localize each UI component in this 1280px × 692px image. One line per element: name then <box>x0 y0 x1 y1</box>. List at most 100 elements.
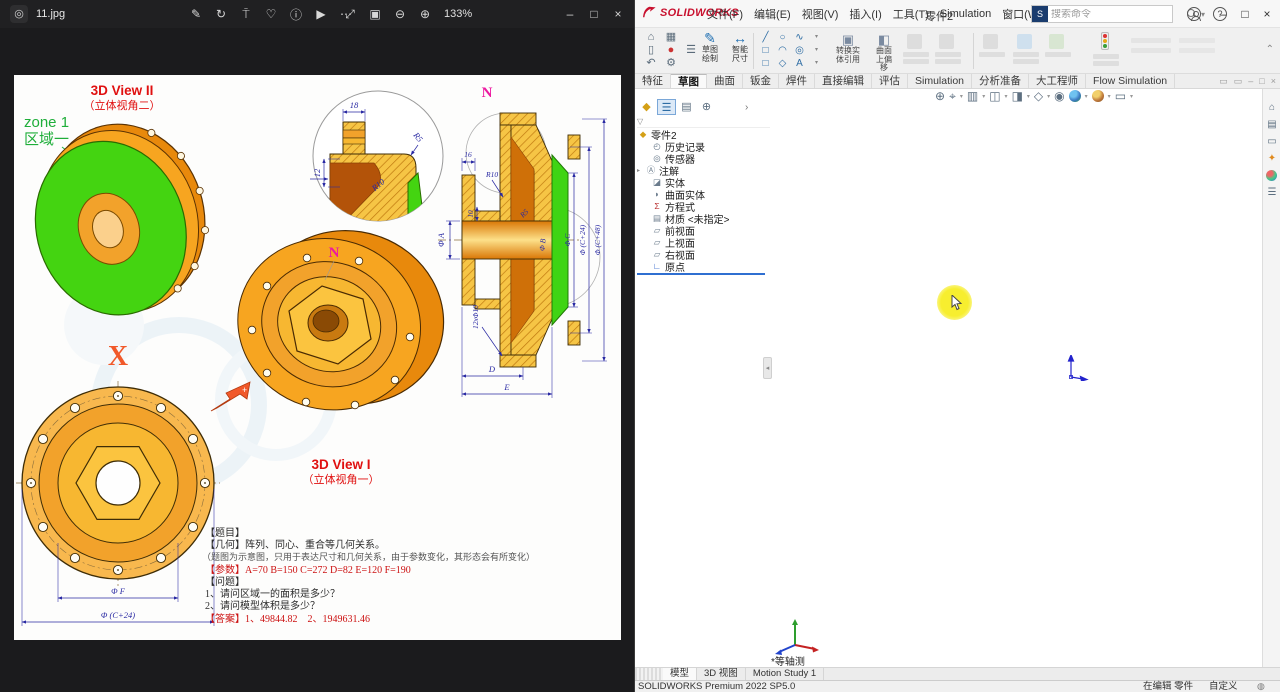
rebuild-icon[interactable]: ● <box>661 44 681 57</box>
annotation-view-icon[interactable]: ◉ <box>1054 89 1064 103</box>
sketch-button[interactable]: ✎ 草图 绘制 <box>695 31 725 63</box>
new-doc-icon[interactable]: ▯ <box>641 44 661 57</box>
tab-flow-simulation[interactable]: Flow Simulation <box>1086 74 1176 88</box>
tree-item-sensors[interactable]: ◎ 传感器 <box>637 152 770 166</box>
tab-analysis-prep[interactable]: 分析准备 <box>972 74 1030 88</box>
doc-ctl-icon[interactable]: ▭ <box>1219 74 1228 88</box>
tab-motion-study[interactable]: Motion Study 1 <box>746 668 825 680</box>
circle-tool-icon[interactable]: ○ <box>774 31 791 44</box>
section-view-icon[interactable]: ▥ <box>967 89 978 103</box>
collapse-toolbar-icon[interactable]: ⌃ <box>1266 44 1274 55</box>
smart-dimension-button[interactable]: ↔ 智能 尺寸 <box>725 31 755 63</box>
tab-features[interactable]: 特征 <box>635 74 671 88</box>
minimize-button[interactable]: – <box>558 0 582 28</box>
displaymanager-icon[interactable] <box>717 99 736 115</box>
close-button[interactable]: × <box>606 0 630 28</box>
zoom-area-icon[interactable]: ⌖ <box>949 89 956 103</box>
sw-close-button[interactable]: × <box>1256 0 1278 28</box>
line-tool-icon[interactable]: ╱ <box>757 31 774 44</box>
sw-maximize-button[interactable]: □ <box>1234 0 1256 28</box>
rollback-bar[interactable] <box>637 273 765 275</box>
appearances-scenes-icon[interactable] <box>1266 170 1277 181</box>
doc-restore-icon[interactable]: □ <box>1259 74 1264 88</box>
search-input[interactable] <box>1048 8 1186 20</box>
tab-simulation[interactable]: Simulation <box>908 74 973 88</box>
zoom-fit-icon[interactable]: ⊕ <box>935 89 945 103</box>
info-icon[interactable]: ⓘ <box>288 6 304 23</box>
panel-expand-icon[interactable]: › <box>745 102 748 113</box>
tree-item-origin[interactable]: ∟ 原点 <box>637 260 770 274</box>
sketch-picture-icon[interactable] <box>1049 34 1064 49</box>
edit-appearance-icon[interactable] <box>1068 90 1081 102</box>
maximize-button[interactable]: □ <box>582 0 606 28</box>
surface-offset-button[interactable]: ◧ 曲面 上偏 移 <box>867 33 901 73</box>
tab-3d-views[interactable]: 3D 视图 <box>697 668 746 680</box>
tab-surfaces[interactable]: 曲面 <box>707 74 743 88</box>
sw-minimize-button[interactable]: – <box>1212 0 1234 28</box>
view-settings-icon[interactable]: ▭ <box>1115 89 1126 103</box>
menu-tools[interactable]: 工具(T) <box>893 6 929 22</box>
undo-icon[interactable]: ↶ <box>641 57 661 70</box>
view-orientation-icon[interactable]: ◫ <box>989 89 1000 103</box>
featuremanager-tree-icon[interactable]: ☰ <box>657 99 676 115</box>
propertymanager-icon[interactable]: ▤ <box>677 99 696 115</box>
dimxpert-icon[interactable]: ⊕ <box>697 99 716 115</box>
fit-to-window-icon[interactable]: ▣ <box>367 7 383 21</box>
expand-arrow-icon[interactable]: ▸ <box>637 167 645 174</box>
favorite-icon[interactable]: ♡ <box>263 7 279 21</box>
user-account-icon[interactable] <box>1187 7 1201 21</box>
view-palette-icon[interactable]: ✦ <box>1263 150 1280 167</box>
fullscreen-icon[interactable]: ⤢ <box>342 7 358 22</box>
ellipse-tool-icon[interactable]: ◎ <box>791 44 808 57</box>
rotate-icon[interactable]: ↻ <box>213 7 229 21</box>
polygon-tool-icon[interactable]: ◇ <box>774 57 791 70</box>
menu-edit[interactable]: 编辑(E) <box>754 6 791 22</box>
menu-file[interactable]: 文件(F) <box>707 6 743 22</box>
arc-tool-icon[interactable]: ◠ <box>774 44 791 57</box>
options-gear-icon[interactable]: ⚙ <box>661 57 681 70</box>
custom-properties-icon[interactable]: ☰ <box>1263 184 1280 201</box>
display-style-icon[interactable]: ◨ <box>1012 89 1023 103</box>
tab-sheet-metal[interactable]: 钣金 <box>743 74 779 88</box>
photo-image[interactable]: 3D View II （立体视角二） zone 1 区域一 X Φ F Φ (C… <box>14 75 621 640</box>
display-relations-icon[interactable] <box>1101 32 1109 50</box>
zoom-in-icon[interactable]: ⊕ <box>417 7 433 21</box>
tree-item-surface-bodies[interactable]: ◗ 曲面实体 <box>637 188 770 202</box>
panel-collapse-handle[interactable]: ◂ <box>763 357 772 379</box>
tree-item-front-plane[interactable]: ▱ 前视面 <box>637 224 770 238</box>
custom-status[interactable]: 自定义 <box>1209 681 1238 692</box>
tab-weldments[interactable]: 焊件 <box>779 74 815 88</box>
doc-close-icon[interactable]: × <box>1271 74 1276 88</box>
tab-model[interactable]: 模型 <box>663 668 698 680</box>
tree-item-right-plane[interactable]: ▱ 右视面 <box>637 248 770 262</box>
menu-insert[interactable]: 插入(I) <box>849 6 881 22</box>
featuremanager-part-icon[interactable]: ◆ <box>637 99 656 115</box>
tab-evaluate[interactable]: 评估 <box>872 74 908 88</box>
save-icon[interactable]: ▦ <box>661 31 681 44</box>
status-globe-icon[interactable]: ◍ <box>1257 681 1265 692</box>
tab-scroll-area[interactable] <box>635 668 663 680</box>
zoom-out-icon[interactable]: ⊖ <box>392 7 408 21</box>
tab-sketch[interactable]: 草图 <box>671 74 707 88</box>
rectangle-tool-icon[interactable]: □ <box>757 44 774 57</box>
command-search[interactable]: S ▾ <box>1031 5 1205 23</box>
hide-show-items-icon[interactable]: ◇ <box>1034 89 1043 103</box>
slot-tool-icon[interactable]: □ <box>757 57 774 70</box>
tree-item-history[interactable]: ◴ 历史记录 <box>637 140 770 154</box>
tree-item-material[interactable]: ▤ 材质 <未指定> <box>637 212 770 226</box>
edit-icon[interactable]: ✎ <box>188 7 204 21</box>
design-library-icon[interactable]: ▤ <box>1263 116 1280 133</box>
home-icon[interactable]: ⌂ <box>641 31 661 44</box>
search-caret-icon[interactable]: ▾ <box>1201 10 1205 19</box>
quick-snaps-icon[interactable] <box>1017 34 1032 49</box>
sw-resources-icon[interactable]: ⌂ <box>1263 99 1280 116</box>
search-scope-icon[interactable]: S <box>1032 6 1048 22</box>
tab-da-gongchengshi[interactable]: 大工程师 <box>1029 74 1087 88</box>
apply-scene-icon[interactable] <box>1091 90 1104 102</box>
text-tool-icon[interactable]: A <box>791 57 808 70</box>
graphics-area[interactable]: ⊕ ⌖ ▾ ▥ ▾ ◫ ▾ ◨ ▾ ◇ ▾ ◉ ▾ ▾ ▭ ▾ ◆ ☰ ▤ ⊕ › <box>635 89 1263 667</box>
convert-entities-button[interactable]: ▣ 转换实 体引用 <box>831 33 865 64</box>
delete-icon[interactable]: ⍑ <box>238 7 254 22</box>
slideshow-icon[interactable]: ▶ <box>313 7 329 21</box>
menu-view[interactable]: 视图(V) <box>802 6 839 22</box>
